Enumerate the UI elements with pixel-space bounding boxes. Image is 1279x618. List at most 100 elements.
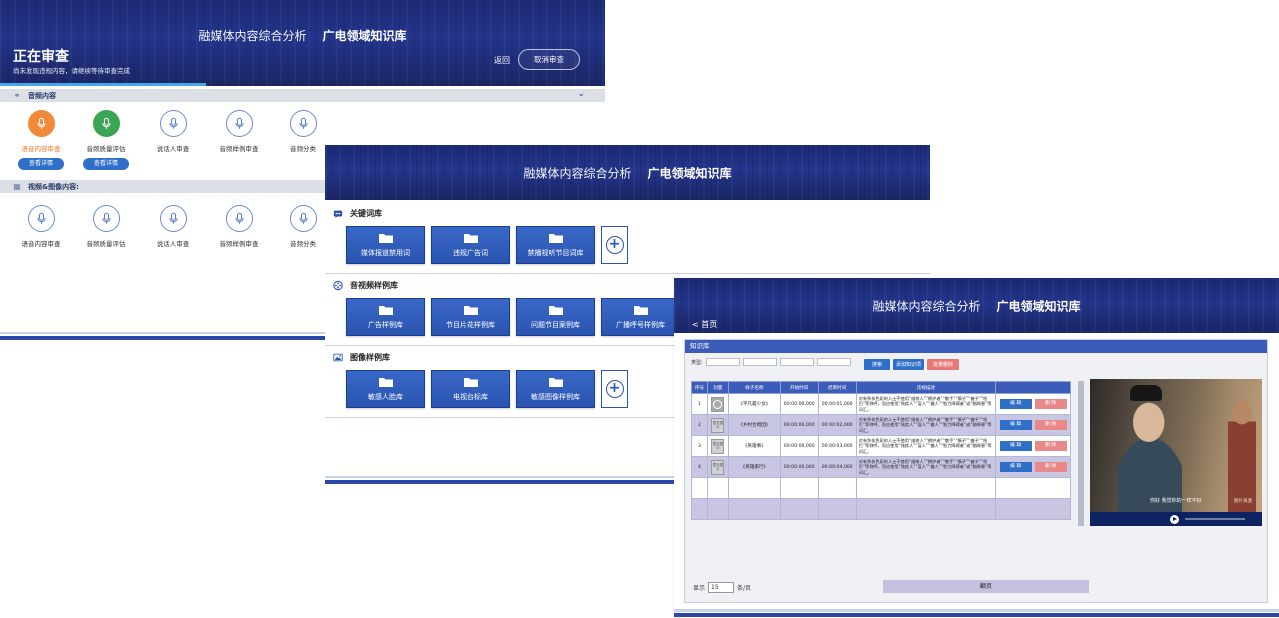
edit-button[interactable]: 编 辑 [999,420,1032,430]
panel-footer-lines [674,609,1279,618]
table-header-cell: 结束时间 [817,381,857,394]
add-item-button[interactable]: 添加知识项 [893,359,924,370]
audio-tool-3[interactable]: 说话人审查 [143,110,203,153]
view-details-button[interactable]: 查看详情 [18,158,64,170]
library-card-label: 敏感人脸库 [368,392,403,401]
edit-button[interactable]: 编 辑 [999,399,1032,409]
library-card[interactable]: 敏感图像样例库 [516,370,595,408]
search-button[interactable]: 搜索 [864,359,890,370]
audio-tool-5[interactable]: 音频分类 [273,110,333,153]
table-scrollbar[interactable] [1078,381,1084,526]
video-tool-label: 音频分类 [290,240,316,248]
folder-icon [548,305,563,320]
video-tool-3[interactable]: 说话人审查 [143,205,203,248]
microphone-icon[interactable] [289,110,317,137]
library-card[interactable]: 媒体报道禁用词 [346,226,425,264]
home-link[interactable]: < 首页 [692,319,717,330]
library-card-label: 敏感图像样例库 [531,392,580,401]
chevron-down-icon[interactable]: ⌄ [577,89,585,99]
table-row[interactable]: 2 暂无图片 《乡村合唱团》 00:00:00,000 00:00:02,000 对有争执… [691,414,1071,436]
library-card[interactable]: 问题节目案例库 [516,298,595,336]
microphone-icon[interactable] [225,110,253,137]
video-tool-1[interactable]: 语音内容审查 [11,205,71,248]
library-card[interactable]: 节目片花样例库 [431,298,510,336]
row-cover [706,393,729,415]
filter-input-1[interactable] [705,358,740,366]
table-header-cell: 封面 [706,381,729,394]
kb-app-title: 融媒体内容综合分析 广电领域知识库 [674,297,1279,314]
filter-input-2[interactable] [742,358,777,366]
folder-icon [463,377,478,392]
audio-tool-label: 音频质量评估 [86,145,126,153]
table-row[interactable]: 3 暂无图片 《英雄事》 00:00:00,000 00:00:03,000 对有争执色彩… [691,435,1071,457]
plus-icon: + [605,236,624,254]
add-library-button[interactable]: + [601,370,628,408]
row-cover: 暂无图片 [706,414,729,436]
table-row[interactable]: 4 暂无图片 《英雄家行》 00:00:00,000 00:00:04,000 对有争执色… [691,456,1071,478]
video-watermark: 图片来源 [1234,499,1252,504]
microphone-icon[interactable] [27,110,55,137]
video-thumbnail[interactable] [711,396,725,412]
review-header: 融媒体内容综合分析 广电领域知识库 正在审查 尚未发现违规内容，请继续等待审查完成… [0,0,605,86]
app-title-main: 融媒体内容综合分析 [872,299,981,313]
next-page-button[interactable]: 翻页 [883,580,1089,593]
no-image-thumbnail: 暂无图片 [711,417,725,433]
empty-table-row [691,498,1071,520]
microphone-icon[interactable] [289,205,317,232]
microphone-icon[interactable] [159,205,187,232]
audio-tool-label: 音频分类 [290,145,316,153]
microphone-icon[interactable] [92,110,120,137]
page-size-input[interactable]: 15 [708,582,735,593]
library-card-label: 广播呼号样例库 [616,320,665,329]
library-card[interactable]: 电视台标库 [431,370,510,408]
filter-input-4[interactable] [816,358,851,366]
library-card[interactable]: 广告样例库 [346,298,425,336]
row-end-time: 00:00:02,000 [817,414,857,436]
microphone-icon[interactable] [92,205,120,232]
folder-icon [463,305,478,320]
library-card-label: 问题节目案例库 [531,320,580,329]
audio-tool-4[interactable]: 音频样例审查 [209,110,269,153]
row-actions: 编 辑删 除 [995,414,1071,436]
library-card[interactable]: 广播呼号样例库 [601,298,680,336]
app-title-sub: 广电领域知识库 [322,29,407,43]
delete-button[interactable]: 删 除 [1034,441,1067,451]
back-link[interactable]: 返回 [494,55,510,66]
cancel-review-button[interactable]: 取消审查 [518,49,580,70]
video-tool-4[interactable]: 音频样例审查 [209,205,269,248]
audio-tool-1[interactable]: 语音内容审查 查看详情 [11,110,71,170]
library-card[interactable]: 违规广告词 [431,226,510,264]
microphone-icon[interactable] [225,205,253,232]
video-tool-5[interactable]: 音频分类 [273,205,333,248]
add-library-button[interactable]: + [601,226,628,264]
row-number: 1 [691,393,708,415]
filter-input-3[interactable] [779,358,814,366]
library-card-label: 广告样例库 [368,320,403,329]
edit-button[interactable]: 编 辑 [999,441,1032,451]
video-preview[interactable]: 你好 我觉你的一样不好 图片来源 [1090,379,1262,526]
row-number: 2 [691,414,708,436]
delete-button[interactable]: 删 除 [1034,399,1067,409]
library-card[interactable]: 敏感人脸库 [346,370,425,408]
delete-button[interactable]: 删 除 [1034,462,1067,472]
library-section-1: 关键词库 媒体报道禁用词 违规广告词 禁播视听节目词库 + [325,208,930,264]
batch-delete-button[interactable]: 批量删除 [927,359,959,370]
microphone-icon[interactable] [159,110,187,137]
video-seek-bar[interactable] [1185,518,1245,520]
audio-section-title: 音频内容 [28,91,56,100]
row-start-time: 00:00:00,000 [779,435,819,457]
audio-tool-2[interactable]: 音频质量评估查看详情 [76,110,136,170]
knowledge-base-panel: 融媒体内容综合分析 广电领域知识库 < 首页 知识库 类型: 搜索 添加知识项 批… [674,278,1279,618]
edit-button[interactable]: 编 辑 [999,462,1032,472]
view-details-button[interactable]: 查看详情 [83,158,129,170]
microphone-icon[interactable] [27,205,55,232]
table-row[interactable]: 1 《平凡最少女》 00:00:00,000 00:00:01,000 对有争执色彩的人… [691,393,1071,415]
library-card[interactable]: 禁播视听节目词库 [516,226,595,264]
video-tool-2[interactable]: 音频质量评估 [76,205,136,248]
row-end-time: 00:00:01,000 [817,393,857,415]
folder-icon [463,233,478,248]
delete-button[interactable]: 删 除 [1034,420,1067,430]
app-title-sub: 广电领域知识库 [647,166,732,180]
play-icon[interactable] [1170,514,1179,524]
film-icon: ▦ [13,182,21,191]
